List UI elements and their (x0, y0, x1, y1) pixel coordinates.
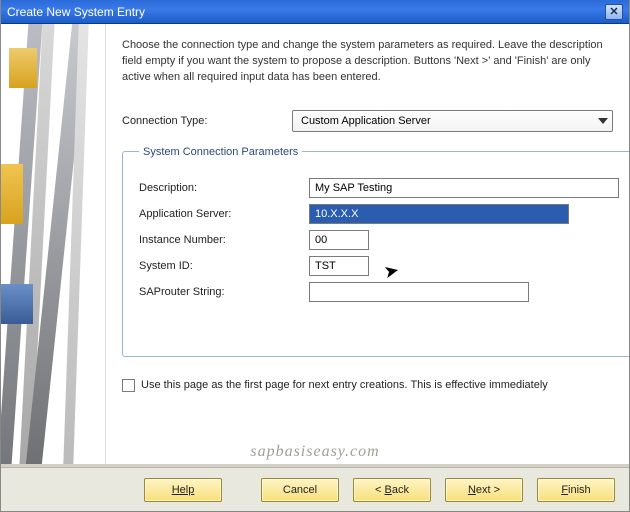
use-first-page-label: Use this page as the first page for next… (141, 379, 548, 391)
system-id-input[interactable] (309, 256, 369, 276)
system-id-label: System ID: (139, 260, 309, 272)
back-button[interactable]: < Back (353, 478, 431, 502)
cancel-button[interactable]: Cancel (261, 478, 339, 502)
title-bar: Create New System Entry ✕ (1, 0, 629, 24)
instruction-text: Choose the connection type and change th… (122, 38, 613, 86)
instance-number-input[interactable] (309, 230, 369, 250)
content-pane: Choose the connection type and change th… (106, 24, 629, 464)
use-first-page-row[interactable]: Use this page as the first page for next… (122, 379, 613, 392)
help-button[interactable]: Help (144, 478, 222, 502)
window-title: Create New System Entry (7, 0, 145, 24)
chevron-down-icon (598, 118, 608, 124)
wizard-footer: Help Cancel < Back Next > Finish (1, 467, 629, 511)
connection-type-row: Connection Type: Custom Application Serv… (122, 110, 613, 132)
main-area: Choose the connection type and change th… (1, 24, 629, 464)
description-label: Description: (139, 182, 309, 194)
finish-button[interactable]: Finish (537, 478, 615, 502)
instance-number-label: Instance Number: (139, 234, 309, 246)
connection-type-label: Connection Type: (122, 115, 292, 127)
system-connection-parameters-group: System Connection Parameters Description… (122, 146, 629, 357)
saprouter-label: SAProuter String: (139, 286, 309, 298)
wizard-sidebar-graphic (1, 24, 106, 464)
description-input[interactable] (309, 178, 619, 198)
close-icon[interactable]: ✕ (605, 4, 623, 20)
connection-type-dropdown[interactable]: Custom Application Server (292, 110, 613, 132)
application-server-label: Application Server: (139, 208, 309, 220)
saprouter-input[interactable] (309, 282, 529, 302)
application-server-input[interactable] (309, 204, 569, 224)
use-first-page-checkbox[interactable] (122, 379, 135, 392)
connection-type-value: Custom Application Server (301, 115, 431, 127)
next-button[interactable]: Next > (445, 478, 523, 502)
group-legend: System Connection Parameters (139, 146, 302, 158)
